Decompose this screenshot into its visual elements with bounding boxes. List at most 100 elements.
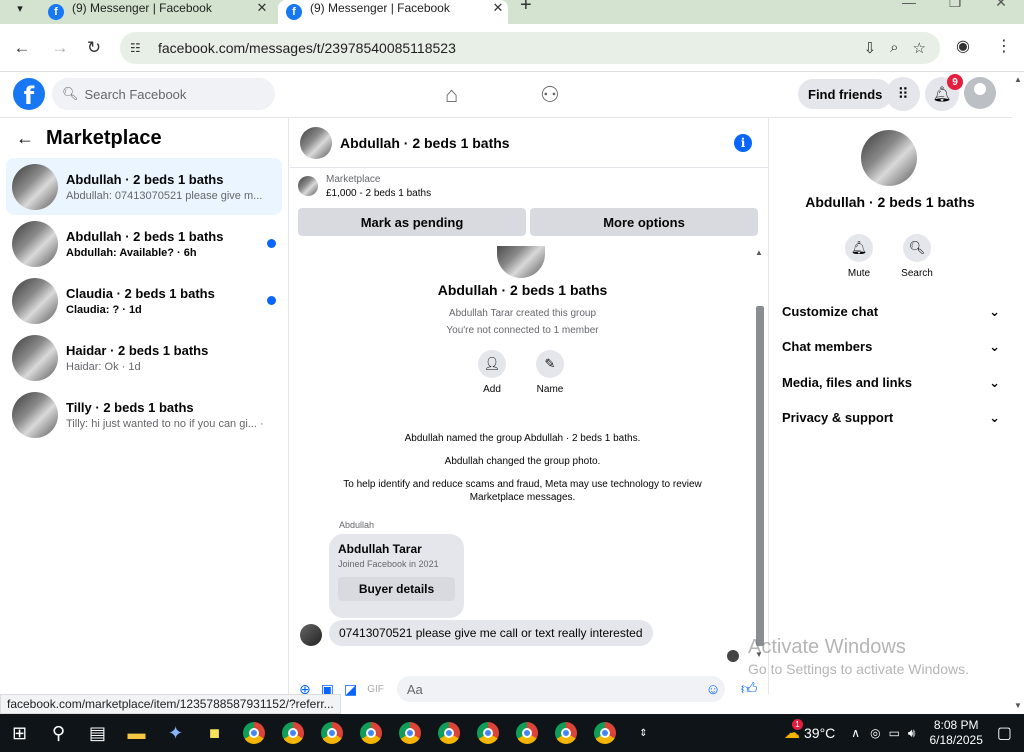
tab-title: (9) Messenger | Facebook <box>72 1 212 15</box>
taskbar-scroll-icon[interactable]: ⇕ <box>624 714 663 752</box>
reload-icon[interactable]: ↻ <box>82 36 106 60</box>
conversation-name: Abdullah · 2 beds 1 baths <box>66 171 224 187</box>
temperature[interactable]: 39°C <box>804 725 835 741</box>
browser-tab-inactive[interactable]: f (9) Messenger | Facebook ✕ <box>40 0 272 24</box>
network-icon[interactable]: ▭ <box>889 726 900 740</box>
app-icon[interactable]: ✦ <box>156 714 195 752</box>
clock[interactable]: 8:08 PM 6/18/2025 <box>929 718 982 748</box>
show-hidden-icons-icon[interactable]: ∧ <box>851 726 860 740</box>
section-media-files[interactable]: Media, files and links ⌄ <box>782 375 1000 391</box>
info-icon[interactable]: i <box>734 133 752 152</box>
message-input[interactable]: Aa ☺ <box>396 676 725 702</box>
sticker-icon[interactable]: ◪ <box>344 681 357 698</box>
chat-panel: Abdullah · 2 beds 1 baths i Marketplace … <box>290 118 769 702</box>
system-tray: ☁ 1 39°C ∧ ◎ ▭ 🔊︎ 8:08 PM 6/18/2025 ▢ <box>784 714 1024 752</box>
rename-group-button[interactable]: ✎ Name <box>520 350 580 395</box>
new-tab-icon[interactable]: + <box>520 0 532 17</box>
home-icon[interactable]: ⌂ <box>445 82 458 108</box>
like-icon[interactable]: 👍︎ <box>741 680 758 699</box>
buyer-details-button[interactable]: Buyer details <box>338 577 455 601</box>
chrome-icon[interactable] <box>585 714 624 752</box>
weather-badge: 1 <box>792 719 804 730</box>
chrome-icon[interactable] <box>351 714 390 752</box>
chrome-icon[interactable] <box>429 714 468 752</box>
mute-button[interactable]: 🔔︎ Mute <box>829 234 889 279</box>
sticky-notes-icon[interactable]: ■ <box>195 714 234 752</box>
bookmark-star-icon[interactable]: ☆ <box>913 39 926 57</box>
weather-icon[interactable]: ☁ 1 <box>784 719 804 743</box>
minimize-icon[interactable]: — <box>886 0 932 11</box>
more-options-button[interactable]: More options <box>530 208 758 236</box>
conversation-item[interactable]: Tilly · 2 beds 1 baths Tilly: hi just wa… <box>6 386 282 443</box>
search-icon[interactable]: ⚲ <box>39 714 78 752</box>
chrome-icon[interactable] <box>507 714 546 752</box>
section-privacy-support[interactable]: Privacy & support ⌄ <box>782 410 1000 426</box>
facebook-search-input[interactable] <box>84 86 255 102</box>
install-app-icon[interactable]: ⇩ <box>864 39 877 57</box>
task-view-icon[interactable]: ▤ <box>78 714 117 752</box>
close-tab-icon[interactable]: ✕ <box>488 0 508 16</box>
add-member-button[interactable]: 👤︎ Add <box>462 350 522 395</box>
volume-icon[interactable]: 🔊︎ <box>908 726 916 741</box>
back-icon[interactable]: ← <box>10 36 34 60</box>
search-conversation-button[interactable]: 🔍︎ Search <box>887 234 947 279</box>
conversation-snippet: Abdullah: Available? · 6h <box>66 246 197 259</box>
section-customize-chat[interactable]: Customize chat ⌄ <box>782 304 1000 320</box>
find-friends-button[interactable]: Find friends <box>798 79 893 109</box>
profile-icon[interactable]: ◉ <box>956 36 970 56</box>
forward-icon[interactable]: → <box>48 36 72 60</box>
camera-icon[interactable]: ◎ <box>870 726 880 740</box>
conversation-item[interactable]: Abdullah · 2 beds 1 baths Abdullah: Avai… <box>6 215 282 272</box>
scroll-up-icon[interactable]: ▲ <box>1014 75 1022 84</box>
chrome-icon[interactable] <box>468 714 507 752</box>
conversation-item[interactable]: Claudia · 2 beds 1 baths Claudia: ? · 1d <box>6 272 282 329</box>
mark-as-pending-button[interactable]: Mark as pending <box>298 208 526 236</box>
chevron-down-icon: ⌄ <box>989 304 1000 319</box>
zoom-icon[interactable]: ⌕ <box>890 39 898 57</box>
page-scrollbar[interactable]: ▲ ▼ <box>1012 72 1024 712</box>
emoji-icon[interactable]: ☺ <box>706 681 721 698</box>
scroll-up-icon[interactable]: ▲ <box>755 248 763 257</box>
close-tab-icon[interactable]: ✕ <box>252 0 272 16</box>
activate-windows-watermark: Activate Windows Go to Settings to activ… <box>748 636 969 677</box>
sender-avatar[interactable] <box>300 624 322 646</box>
browser-tab-active[interactable]: f (9) Messenger | Facebook ✕ <box>278 0 508 24</box>
tab-search-chevron-icon[interactable]: ▾ <box>8 0 32 16</box>
section-chat-members[interactable]: Chat members ⌄ <box>782 339 1000 355</box>
url-text[interactable]: facebook.com/messages/t/2397854008511852… <box>158 40 864 56</box>
scroll-down-icon[interactable]: ▼ <box>1014 701 1022 710</box>
close-window-icon[interactable]: ✕ <box>978 0 1024 11</box>
chrome-icon[interactable] <box>390 714 429 752</box>
chat-title[interactable]: Abdullah · 2 beds 1 baths <box>340 135 734 151</box>
chat-avatar[interactable] <box>300 126 332 159</box>
chrome-icon[interactable] <box>273 714 312 752</box>
address-bar[interactable]: ☷ facebook.com/messages/t/23978540085118… <box>120 32 940 64</box>
marketplace-listing-bar[interactable]: Marketplace £1,000 - 2 beds 1 baths <box>290 168 768 204</box>
windows-start-icon[interactable]: ⊞ <box>0 714 39 752</box>
back-arrow-icon[interactable]: ← <box>16 128 34 149</box>
tab-title: (9) Messenger | Facebook <box>310 1 450 15</box>
account-avatar[interactable] <box>964 77 996 109</box>
chrome-icon[interactable] <box>546 714 585 752</box>
conversation-item[interactable]: Haidar · 2 beds 1 baths Haidar: Ok · 1d <box>6 329 282 386</box>
site-info-icon[interactable]: ☷ <box>130 41 146 55</box>
notifications-icon[interactable]: ▢ <box>997 723 1012 743</box>
gif-icon[interactable]: GIF <box>367 684 384 695</box>
restore-icon[interactable]: ❐ <box>932 0 978 11</box>
message-bubble[interactable]: 07413070521 please give me call or text … <box>329 620 653 646</box>
marketplace-label: Marketplace <box>326 173 381 185</box>
menu-grid-icon[interactable]: ⠿ <box>886 77 920 111</box>
chrome-icon[interactable] <box>312 714 351 752</box>
chrome-icon[interactable] <box>234 714 273 752</box>
browser-menu-icon[interactable]: ⋮ <box>996 36 1012 56</box>
chat-scrollbar[interactable]: ▲ ▼ <box>755 246 765 666</box>
facebook-search[interactable]: 🔍︎ <box>52 78 275 110</box>
sidebar-header: ← Marketplace <box>0 118 288 158</box>
watermark-subtitle: Go to Settings to activate Windows. <box>748 661 969 677</box>
facebook-logo-icon[interactable]: f <box>13 78 45 110</box>
conversation-item[interactable]: Abdullah · 2 beds 1 baths Abdullah: 0741… <box>6 158 282 215</box>
scroll-thumb[interactable] <box>756 306 764 646</box>
groups-icon[interactable]: ⚇ <box>540 82 560 108</box>
sidebar-title: Marketplace <box>46 126 162 149</box>
file-explorer-icon[interactable]: ▬ <box>117 714 156 752</box>
